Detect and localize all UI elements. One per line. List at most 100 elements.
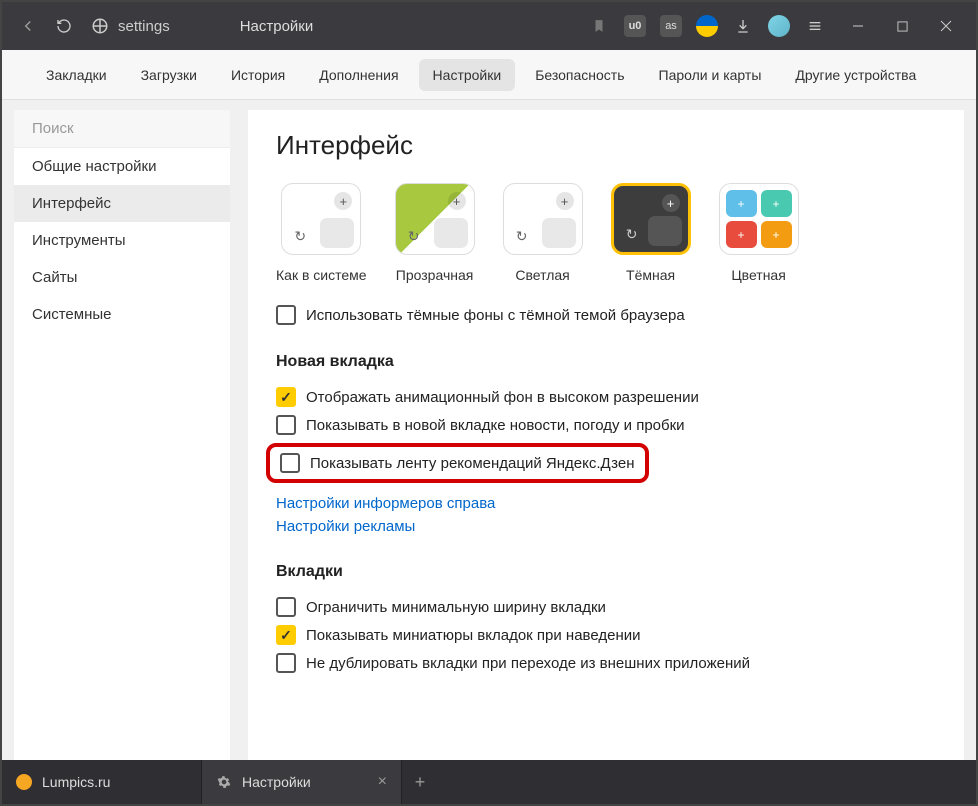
tabs-option-thumbs[interactable]: Показывать миниатюры вкладок при наведен… <box>276 625 936 645</box>
checkbox[interactable] <box>276 597 296 617</box>
theme-label: Прозрачная <box>396 267 474 283</box>
theme-preview-transparent: + ↻ <box>395 183 475 255</box>
extension-icons: u0 as <box>588 15 826 37</box>
link-ads[interactable]: Настройки рекламы <box>276 518 936 535</box>
plus-icon: + <box>556 192 574 210</box>
reload-icon: ↻ <box>404 226 424 246</box>
tab-label: Настройки <box>242 774 311 790</box>
tile-icon: + <box>726 221 757 248</box>
new-tab-button[interactable]: + <box>402 760 438 804</box>
checkbox[interactable] <box>280 453 300 473</box>
checkbox-label: Использовать тёмные фоны с тёмной темой … <box>306 307 685 324</box>
tab-addons[interactable]: Дополнения <box>305 59 412 91</box>
theme-system[interactable]: + ↻ Как в системе <box>276 183 367 283</box>
tile-icon: + <box>761 221 792 248</box>
plus-icon: + <box>448 192 466 210</box>
section-newtab-heading: Новая вкладка <box>276 353 936 371</box>
reload-icon: ↻ <box>512 226 532 246</box>
ublock-icon[interactable]: u0 <box>624 15 646 37</box>
theme-preview-system: + ↻ <box>281 183 361 255</box>
maximize-button[interactable] <box>880 4 924 48</box>
content-heading: Интерфейс <box>276 130 936 161</box>
tab-security[interactable]: Безопасность <box>521 59 638 91</box>
tile-icon <box>434 218 468 248</box>
theme-preview-light: + ↻ <box>503 183 583 255</box>
theme-preview-dark: + ↻ <box>611 183 691 255</box>
tab-label: Lumpics.ru <box>42 774 110 790</box>
sidebar-item-interface[interactable]: Интерфейс <box>14 185 230 222</box>
checkbox[interactable] <box>276 415 296 435</box>
settings-content: Интерфейс + ↻ Как в системе + ↻ <box>248 110 964 760</box>
checkbox-label: Показывать миниатюры вкладок при наведен… <box>306 627 641 644</box>
tab-favicon <box>16 774 32 790</box>
newtab-option-zen[interactable]: Показывать ленту рекомендаций Яндекс.Дзе… <box>280 453 635 473</box>
settings-tabbar: Закладки Загрузки История Дополнения Нас… <box>2 50 976 100</box>
sidebar-item-tools[interactable]: Инструменты <box>14 222 230 259</box>
menu-icon[interactable] <box>804 15 826 37</box>
highlighted-option: Показывать ленту рекомендаций Яндекс.Дзе… <box>266 443 649 483</box>
tab-settings[interactable]: Настройки <box>419 59 516 91</box>
sidebar-item-sites[interactable]: Сайты <box>14 259 230 296</box>
theme-light[interactable]: + ↻ Светлая <box>503 183 583 283</box>
tab-devices[interactable]: Другие устройства <box>781 59 930 91</box>
back-button[interactable] <box>10 8 46 44</box>
section-tabs-heading: Вкладки <box>276 563 936 581</box>
theme-transparent[interactable]: + ↻ Прозрачная <box>395 183 475 283</box>
checkbox[interactable] <box>276 653 296 673</box>
close-tab-icon[interactable]: × <box>378 773 387 791</box>
tile-icon <box>542 218 576 248</box>
tabs-option-nodupe[interactable]: Не дублировать вкладки при переходе из в… <box>276 653 936 673</box>
checkbox[interactable] <box>276 305 296 325</box>
checkbox-label: Отображать анимационный фон в высоком ра… <box>306 389 699 406</box>
browser-tab-settings[interactable]: Настройки × <box>202 760 402 804</box>
tile-icon: + <box>761 190 792 217</box>
protect-icon[interactable] <box>768 15 790 37</box>
body-area: Поиск Общие настройки Интерфейс Инструме… <box>2 100 976 760</box>
newtab-option-news[interactable]: Показывать в новой вкладке новости, пого… <box>276 415 936 435</box>
gear-icon <box>216 774 232 790</box>
checkbox[interactable] <box>276 625 296 645</box>
theme-preview-color: + + + + <box>719 183 799 255</box>
theme-dark[interactable]: + ↻ Тёмная <box>611 183 691 283</box>
plus-icon: + <box>662 194 680 212</box>
tab-bookmarks[interactable]: Закладки <box>32 59 121 91</box>
reload-button[interactable] <box>46 8 82 44</box>
tile-icon <box>648 216 682 246</box>
newtab-option-anim[interactable]: Отображать анимационный фон в высоком ра… <box>276 387 936 407</box>
tile-icon: + <box>726 190 757 217</box>
minimize-button[interactable] <box>836 4 880 48</box>
browser-tab-lumpics[interactable]: Lumpics.ru <box>2 760 202 804</box>
checkbox[interactable] <box>276 387 296 407</box>
globe-icon[interactable] <box>696 15 718 37</box>
browser-tabbar: Lumpics.ru Настройки × + <box>2 760 976 804</box>
titlebar: settings Настройки u0 as <box>2 2 976 50</box>
checkbox-label: Показывать в новой вкладке новости, пого… <box>306 417 685 434</box>
tile-icon <box>320 218 354 248</box>
tab-passwords[interactable]: Пароли и карты <box>645 59 776 91</box>
close-button[interactable] <box>924 4 968 48</box>
theme-color[interactable]: + + + + Цветная <box>719 183 799 283</box>
download-icon[interactable] <box>732 15 754 37</box>
theme-label: Тёмная <box>626 267 675 283</box>
theme-selector: + ↻ Как в системе + ↻ Прозрачная <box>276 183 936 283</box>
settings-sidebar: Поиск Общие настройки Интерфейс Инструме… <box>14 110 230 760</box>
darkbg-option[interactable]: Использовать тёмные фоны с тёмной темой … <box>276 305 936 325</box>
theme-label: Цветная <box>731 267 785 283</box>
browser-window: settings Настройки u0 as <box>0 0 978 806</box>
theme-label: Как в системе <box>276 267 367 283</box>
reload-icon: ↻ <box>622 224 642 244</box>
checkbox-label: Ограничить минимальную ширину вкладки <box>306 599 606 616</box>
bookmark-icon[interactable] <box>588 15 610 37</box>
checkbox-label: Не дублировать вкладки при переходе из в… <box>306 655 750 672</box>
link-informers[interactable]: Настройки информеров справа <box>276 495 936 512</box>
url-label[interactable]: settings <box>118 18 170 35</box>
page-title: Настройки <box>240 18 314 35</box>
tab-downloads[interactable]: Загрузки <box>127 59 211 91</box>
sidebar-item-system[interactable]: Системные <box>14 296 230 333</box>
tab-history[interactable]: История <box>217 59 299 91</box>
sidebar-search[interactable]: Поиск <box>14 110 230 148</box>
tabs-option-minwidth[interactable]: Ограничить минимальную ширину вкладки <box>276 597 936 617</box>
reload-icon: ↻ <box>290 226 310 246</box>
sidebar-item-general[interactable]: Общие настройки <box>14 148 230 185</box>
lastfm-icon[interactable]: as <box>660 15 682 37</box>
